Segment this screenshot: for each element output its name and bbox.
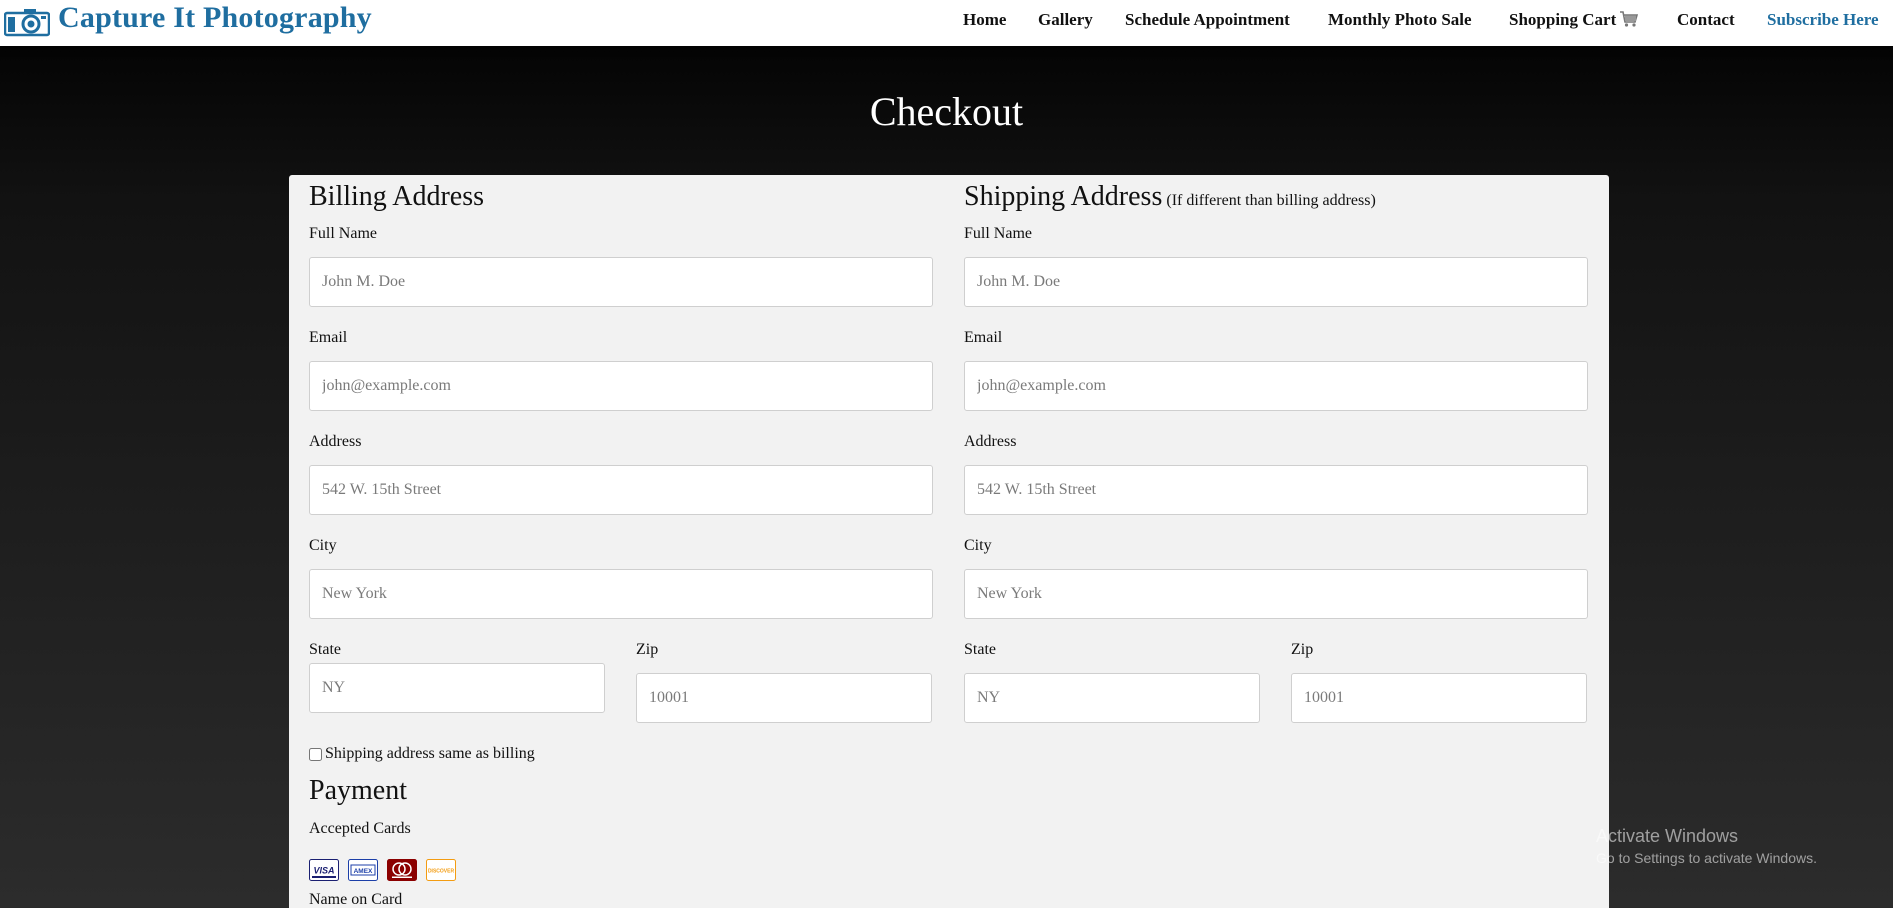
shipping-heading: Shipping Address (If different than billi… [964,181,1376,213]
shipping-email-input[interactable] [964,361,1588,411]
shipping-state-label: State [964,641,996,658]
nav-monthly-photo-sale[interactable]: Monthly Photo Sale [1328,10,1472,30]
billing-city-label: City [309,537,337,554]
billing-full-name-input[interactable] [309,257,933,307]
nav-contact[interactable]: Contact [1677,10,1735,30]
shipping-full-name-label: Full Name [964,225,1032,242]
watermark-subtitle: Go to Settings to activate Windows. [1596,850,1817,866]
shipping-address-label: Address [964,433,1017,450]
billing-zip-input[interactable] [636,673,932,723]
svg-text:AMEX: AMEX [354,868,373,875]
same-as-billing-label: Shipping address same as billing [325,745,535,762]
billing-email-label: Email [309,329,348,346]
discover-icon: DISCOVER [426,859,456,881]
amex-icon: AMEX [348,859,378,881]
billing-city-input[interactable] [309,569,933,619]
svg-text:VISA: VISA [313,866,334,876]
nav-schedule-appointment[interactable]: Schedule Appointment [1125,10,1290,30]
top-navbar: Capture It Photography Home Gallery Sche… [0,0,1893,46]
nav-subscribe[interactable]: Subscribe Here [1767,10,1879,30]
camera-logo-icon [4,9,50,37]
watermark-title: Activate Windows [1596,826,1739,846]
nav-home[interactable]: Home [963,10,1006,30]
shipping-zip-label: Zip [1291,641,1314,658]
visa-icon: VISA [309,859,339,881]
billing-full-name-label: Full Name [309,225,377,242]
brand[interactable]: Capture It Photography [4,1,372,42]
payment-heading: Payment [309,775,407,806]
same-as-billing-row[interactable]: Shipping address same as billing [309,745,535,763]
billing-state-label: State [309,641,341,658]
nav-shopping-cart[interactable]: Shopping Cart [1509,10,1639,30]
nav-gallery[interactable]: Gallery [1038,10,1093,30]
svg-text:DISCOVER: DISCOVER [428,869,455,875]
shipping-heading-note: (If different than billing address) [1166,192,1376,209]
shipping-email-label: Email [964,329,1003,346]
shipping-heading-text: Shipping Address [964,181,1163,212]
shipping-zip-input[interactable] [1291,673,1587,723]
same-as-billing-checkbox[interactable] [309,747,322,761]
accepted-cards-label: Accepted Cards [309,820,411,837]
brand-name: Capture It Photography [58,1,372,34]
billing-address-input[interactable] [309,465,933,515]
billing-heading: Billing Address [309,181,485,212]
checkout-form-panel: Billing Address Full Name Email Address … [289,175,1609,908]
name-on-card-label: Name on Card [309,891,403,908]
shipping-city-label: City [964,537,992,554]
accepted-cards-row: VISA AMEX DISCOVER [309,859,456,881]
billing-email-input[interactable] [309,361,933,411]
windows-activation-watermark: Activate Windows Go to Settings to activ… [1596,826,1817,866]
page-title: Checkout [869,89,1024,134]
shipping-city-input[interactable] [964,569,1588,619]
shipping-full-name-input[interactable] [964,257,1588,307]
mastercard-icon [387,859,417,881]
nav-shopping-cart-label: Shopping Cart [1509,10,1617,29]
billing-zip-label: Zip [636,641,659,658]
billing-state-input[interactable] [309,663,605,713]
shipping-address-input[interactable] [964,465,1588,515]
billing-address-label: Address [309,433,362,450]
shopping-cart-icon [1620,11,1639,27]
shipping-state-input[interactable] [964,673,1260,723]
